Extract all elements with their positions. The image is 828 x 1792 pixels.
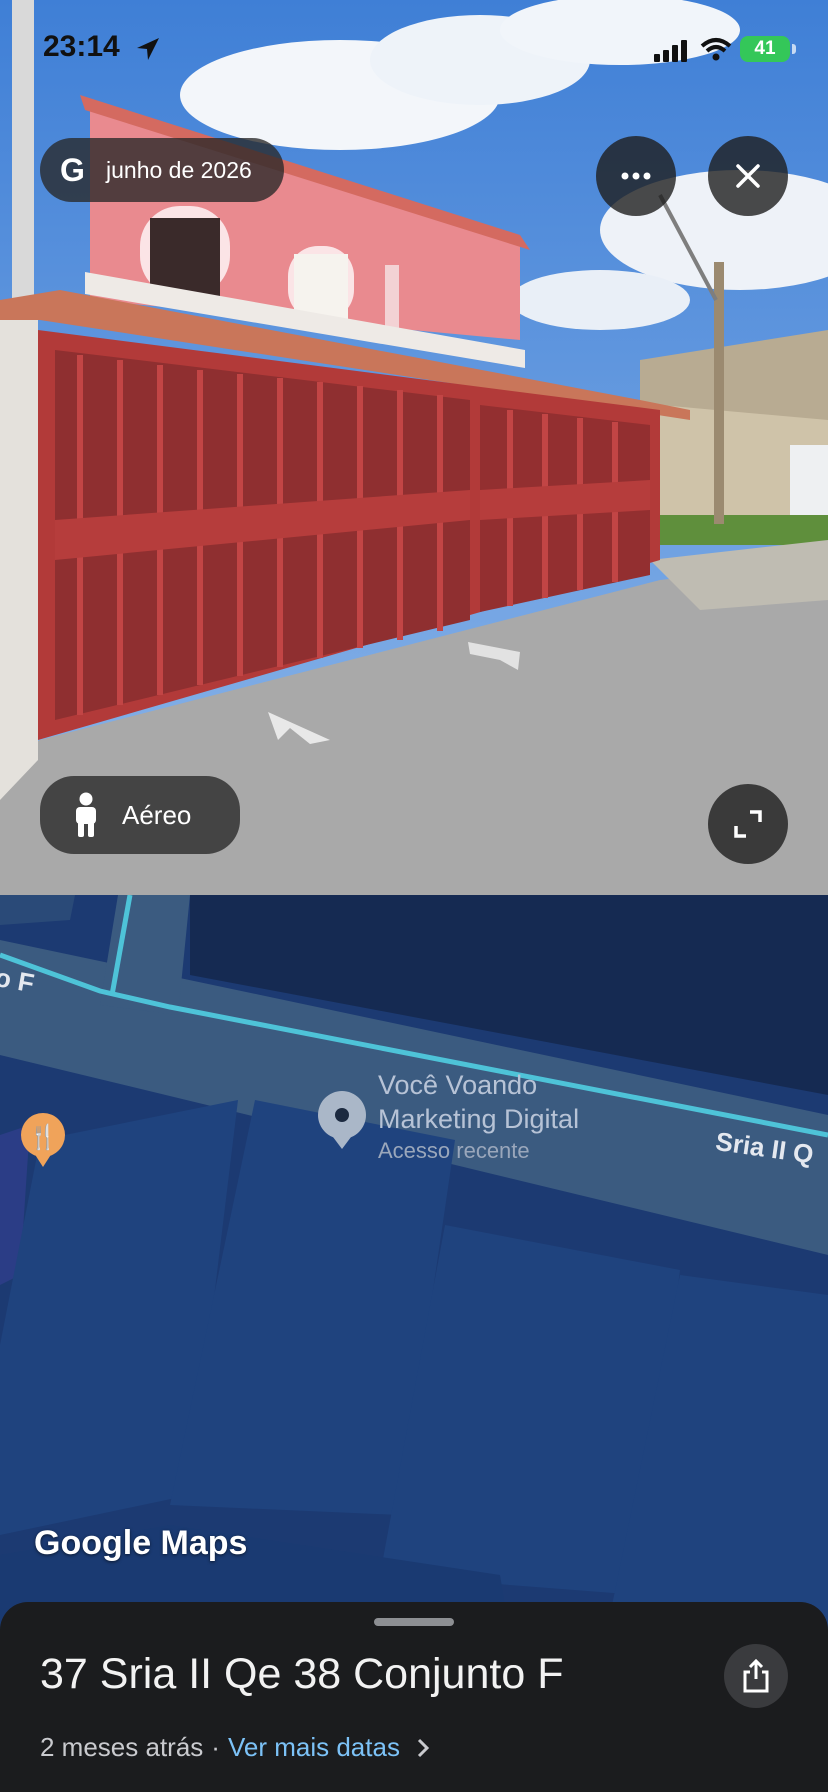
cellular-signal-icon (654, 40, 687, 62)
status-time: 23:14 (43, 30, 120, 63)
poi-name-line1: Você Voando (378, 1070, 538, 1100)
status-bar: 23:14 41 (0, 0, 828, 100)
share-button[interactable] (724, 1644, 788, 1708)
street-label-left: o F (0, 962, 37, 999)
battery-indicator: 41 (740, 36, 790, 62)
battery-nub (792, 44, 796, 54)
svg-text:🍴: 🍴 (28, 1123, 58, 1151)
street-view-image (0, 0, 828, 895)
aerial-view-button[interactable]: Aéreo (40, 776, 240, 854)
poi-name-line2: Marketing Digital (378, 1104, 580, 1134)
more-options-button[interactable] (596, 136, 676, 216)
imagery-meta-row: 2 meses atrás · Ver mais datas (40, 1732, 430, 1763)
aerial-view-label: Aéreo (122, 799, 192, 830)
pegman-icon (76, 792, 96, 837)
google-g-logo: G (60, 151, 85, 188)
ellipsis-icon (621, 172, 651, 180)
place-address: 37 Sria II Qe 38 Conjunto F (40, 1650, 564, 1698)
google-maps-logo: Google Maps (34, 1524, 248, 1562)
close-icon (736, 164, 760, 188)
imagery-date-button[interactable]: G junho de 2026 (40, 138, 284, 202)
street-view-panorama[interactable] (0, 0, 828, 895)
imagery-date-label: junho de 2026 (106, 156, 252, 183)
close-button[interactable] (708, 136, 788, 216)
more-dates-link[interactable]: Ver mais datas (228, 1732, 400, 1763)
poi-you-voando-label[interactable]: Você Voando Marketing Digital Acesso rec… (378, 1068, 579, 1166)
location-arrow-icon (137, 38, 159, 60)
separator-dot: · (211, 1732, 220, 1762)
sheet-drag-handle[interactable] (374, 1618, 454, 1626)
expand-icon (734, 810, 762, 838)
share-icon (743, 1659, 769, 1693)
chevron-right-icon[interactable] (416, 1737, 430, 1759)
battery-level: 41 (754, 38, 776, 59)
imagery-age: 2 meses atrás (40, 1732, 204, 1762)
bottom-sheet[interactable]: 37 Sria II Qe 38 Conjunto F 2 meses atrá… (0, 1602, 828, 1792)
fullscreen-button[interactable] (708, 784, 788, 864)
wifi-icon (700, 38, 732, 61)
poi-subtitle: Acesso recente (378, 1138, 530, 1163)
